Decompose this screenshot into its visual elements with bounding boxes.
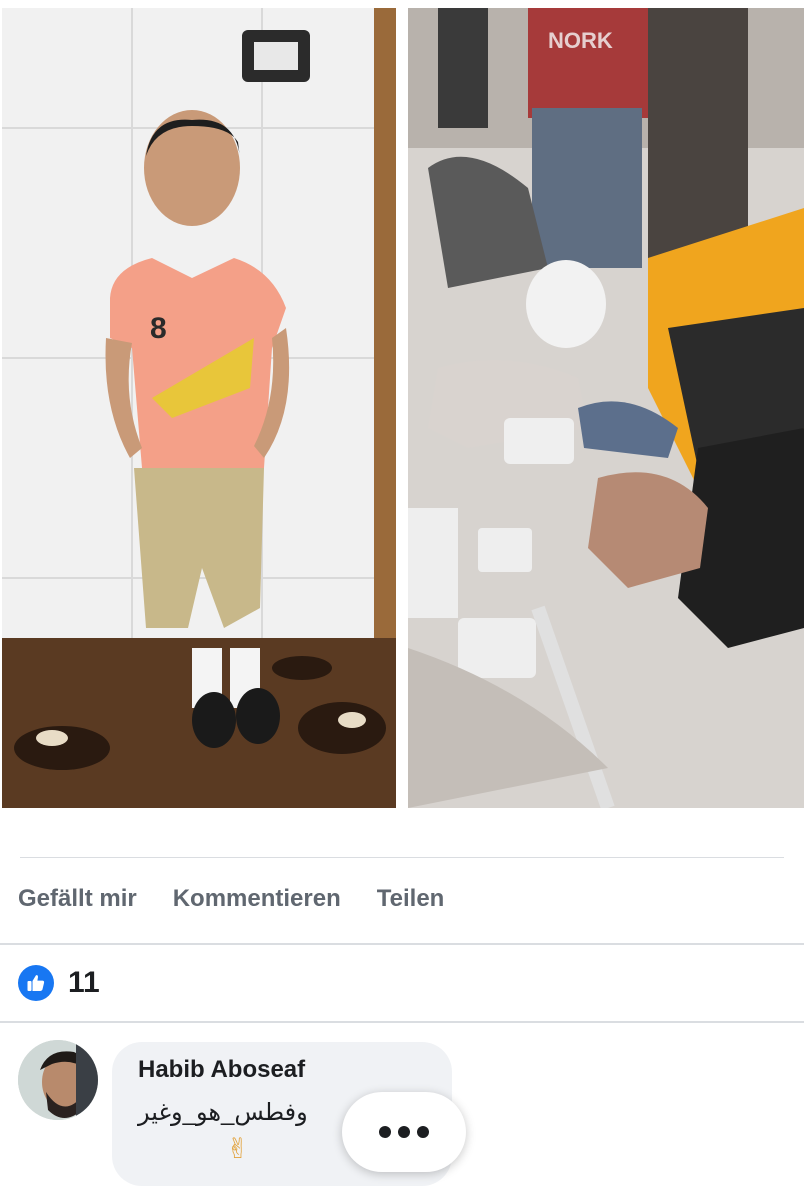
comment-item: Habib Aboseaf وفطس_هو_وغير ✌ <box>18 1040 804 1199</box>
more-dot <box>379 1126 391 1138</box>
comment-button[interactable]: Kommentieren <box>173 885 341 913</box>
avatar[interactable] <box>18 1040 98 1120</box>
comment-author[interactable]: Habib Aboseaf <box>138 1056 426 1084</box>
share-button[interactable]: Teilen <box>377 885 445 913</box>
more-dots-icon[interactable] <box>342 1092 466 1172</box>
child-photo[interactable]: 8 <box>2 8 396 808</box>
like-button[interactable]: Gefällt mir <box>18 885 137 913</box>
reactions-divider <box>0 1021 804 1023</box>
victory-hand-emoji: ✌ <box>226 1133 250 1164</box>
post-photo-row: 8 NORK <box>0 0 804 812</box>
more-dot <box>398 1126 410 1138</box>
like-count: 11 <box>68 966 100 999</box>
rescue-scene-photo[interactable]: NORK <box>408 8 804 808</box>
post-action-bar: Gefällt mir Kommentieren Teilen <box>0 872 804 926</box>
thumbs-up-icon <box>18 965 54 1001</box>
reaction-summary[interactable]: 11 <box>18 963 100 1003</box>
svg-text:8: 8 <box>150 312 167 345</box>
more-dot <box>417 1126 429 1138</box>
action-bar-divider <box>0 943 804 945</box>
svg-text:NORK: NORK <box>548 28 613 53</box>
post-divider <box>20 857 784 858</box>
